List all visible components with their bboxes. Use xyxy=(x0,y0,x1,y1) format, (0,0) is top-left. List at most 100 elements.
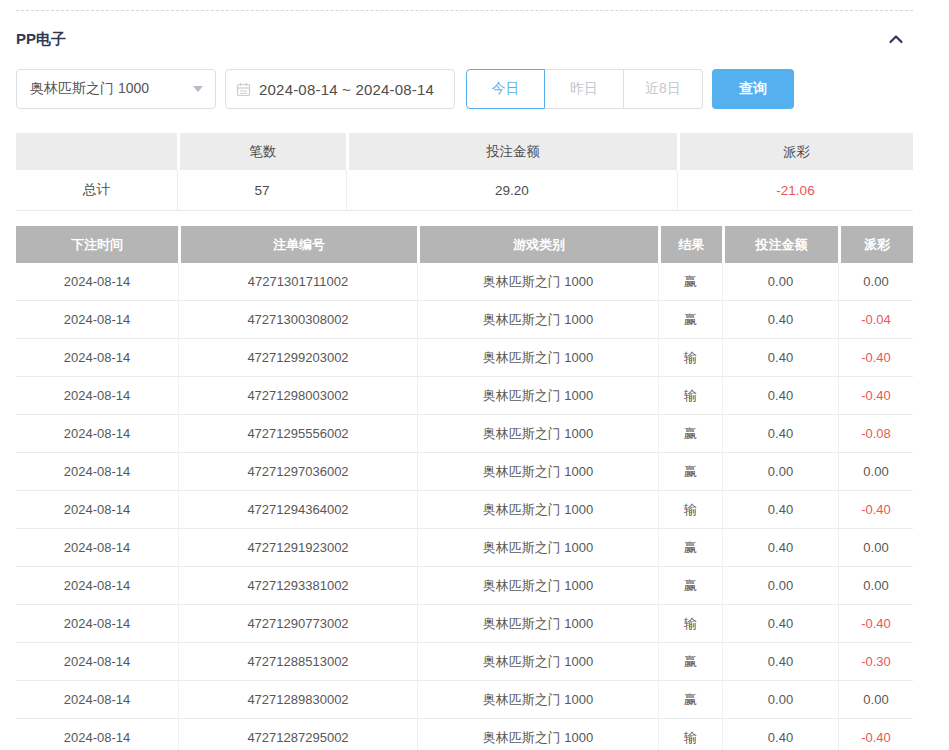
game-category-cell: 奥林匹斯之门 1000 xyxy=(417,529,658,567)
search-button[interactable]: 查询 xyxy=(712,69,794,109)
game-category-cell: 奥林匹斯之门 1000 xyxy=(417,301,658,339)
bet-amount-cell: 0.00 xyxy=(722,567,838,605)
payout-cell: 0.00 xyxy=(838,453,913,491)
result-cell: 输 xyxy=(658,605,722,643)
order-number-cell: 47271300308002 xyxy=(178,301,417,339)
quick-date-button-today[interactable]: 今日 xyxy=(466,69,545,109)
top-dashed-divider xyxy=(16,10,913,11)
payout-cell: -0.08 xyxy=(838,415,913,453)
result-cell: 输 xyxy=(658,719,722,750)
detail-header-cell: 注单编号 xyxy=(178,226,417,263)
section-title: PP电子 xyxy=(16,30,66,49)
summary-header-cell: 派彩 xyxy=(677,133,913,170)
summary-table-header-row: 笔数投注金额派彩 xyxy=(16,133,913,170)
bet-amount-cell: 0.00 xyxy=(722,681,838,719)
chevron-down-icon xyxy=(193,86,203,92)
detail-table-row: 2024-08-1447271300308002奥林匹斯之门 1000赢0.40… xyxy=(16,301,913,339)
bet-time-cell: 2024-08-14 xyxy=(16,339,178,377)
order-number-cell: 47271301711002 xyxy=(178,263,417,301)
summary-table-total-row: 总计5729.20-21.06 xyxy=(16,170,913,211)
result-cell: 赢 xyxy=(658,301,722,339)
order-number-cell: 47271298003002 xyxy=(178,377,417,415)
payout-cell: 0.00 xyxy=(838,567,913,605)
game-category-cell: 奥林匹斯之门 1000 xyxy=(417,453,658,491)
date-range-value: 2024-08-14 ~ 2024-08-14 xyxy=(259,81,434,98)
order-number-cell: 47271299203002 xyxy=(178,339,417,377)
game-category-cell: 奥林匹斯之门 1000 xyxy=(417,415,658,453)
detail-header-cell: 结果 xyxy=(658,226,722,263)
order-number-cell: 47271288513002 xyxy=(178,643,417,681)
result-cell: 赢 xyxy=(658,453,722,491)
game-category-cell: 奥林匹斯之门 1000 xyxy=(417,377,658,415)
quick-date-button-last8days[interactable]: 近8日 xyxy=(624,69,703,109)
betting-records-panel: PP电子 奥林匹斯之门 1000 2024-08-14 ~ 2024-08-14… xyxy=(0,10,949,750)
order-number-cell: 47271291923002 xyxy=(178,529,417,567)
summary-total-payout: -21.06 xyxy=(677,170,913,211)
bet-amount-cell: 0.00 xyxy=(722,453,838,491)
section-header: PP电子 xyxy=(16,29,913,49)
game-category-cell: 奥林匹斯之门 1000 xyxy=(417,719,658,750)
bet-time-cell: 2024-08-14 xyxy=(16,377,178,415)
calendar-icon xyxy=(236,82,251,97)
game-category-cell: 奥林匹斯之门 1000 xyxy=(417,605,658,643)
detail-header-cell: 投注金额 xyxy=(722,226,838,263)
payout-cell: -0.40 xyxy=(838,339,913,377)
result-cell: 赢 xyxy=(658,263,722,301)
detail-header-cell: 游戏类别 xyxy=(417,226,658,263)
detail-table-row: 2024-08-1447271301711002奥林匹斯之门 1000赢0.00… xyxy=(16,263,913,301)
bet-time-cell: 2024-08-14 xyxy=(16,415,178,453)
result-cell: 输 xyxy=(658,491,722,529)
bet-time-cell: 2024-08-14 xyxy=(16,301,178,339)
detail-table-body: 2024-08-1447271301711002奥林匹斯之门 1000赢0.00… xyxy=(16,263,913,750)
game-category-cell: 奥林匹斯之门 1000 xyxy=(417,263,658,301)
bet-time-cell: 2024-08-14 xyxy=(16,567,178,605)
game-category-cell: 奥林匹斯之门 1000 xyxy=(417,681,658,719)
order-number-cell: 47271294364002 xyxy=(178,491,417,529)
detail-table-row: 2024-08-1447271294364002奥林匹斯之门 1000输0.40… xyxy=(16,491,913,529)
bet-amount-cell: 0.40 xyxy=(722,491,838,529)
date-range-input[interactable]: 2024-08-14 ~ 2024-08-14 xyxy=(225,69,455,109)
game-category-cell: 奥林匹斯之门 1000 xyxy=(417,339,658,377)
chevron-up-icon xyxy=(886,29,906,49)
order-number-cell: 47271295556002 xyxy=(178,415,417,453)
bet-amount-cell: 0.40 xyxy=(722,377,838,415)
detail-table-row: 2024-08-1447271290773002奥林匹斯之门 1000输0.40… xyxy=(16,605,913,643)
summary-header-cell: 笔数 xyxy=(177,133,346,170)
quick-date-button-yesterday[interactable]: 昨日 xyxy=(545,69,624,109)
payout-cell: -0.40 xyxy=(838,377,913,415)
payout-cell: -0.40 xyxy=(838,605,913,643)
game-category-cell: 奥林匹斯之门 1000 xyxy=(417,643,658,681)
payout-cell: -0.40 xyxy=(838,491,913,529)
summary-total-bet-amount: 29.20 xyxy=(346,170,677,211)
detail-table-row: 2024-08-1447271291923002奥林匹斯之门 1000赢0.40… xyxy=(16,529,913,567)
result-cell: 输 xyxy=(658,339,722,377)
payout-cell: 0.00 xyxy=(838,263,913,301)
quick-date-button-group: 今日昨日近8日 xyxy=(466,69,703,109)
order-number-cell: 47271289830002 xyxy=(178,681,417,719)
bet-time-cell: 2024-08-14 xyxy=(16,643,178,681)
detail-table-row: 2024-08-1447271299203002奥林匹斯之门 1000输0.40… xyxy=(16,339,913,377)
summary-total-count: 57 xyxy=(177,170,346,211)
bet-amount-cell: 0.40 xyxy=(722,529,838,567)
order-number-cell: 47271297036002 xyxy=(178,453,417,491)
bet-amount-cell: 0.40 xyxy=(722,339,838,377)
bet-time-cell: 2024-08-14 xyxy=(16,453,178,491)
result-cell: 输 xyxy=(658,377,722,415)
bet-amount-cell: 0.40 xyxy=(722,643,838,681)
summary-header-cell xyxy=(16,133,177,170)
result-cell: 赢 xyxy=(658,643,722,681)
bet-time-cell: 2024-08-14 xyxy=(16,605,178,643)
game-category-cell: 奥林匹斯之门 1000 xyxy=(417,491,658,529)
bet-amount-cell: 0.40 xyxy=(722,301,838,339)
bet-time-cell: 2024-08-14 xyxy=(16,681,178,719)
filter-toolbar: 奥林匹斯之门 1000 2024-08-14 ~ 2024-08-14 今日昨日… xyxy=(16,69,913,109)
bet-time-cell: 2024-08-14 xyxy=(16,719,178,750)
detail-table-row: 2024-08-1447271289830002奥林匹斯之门 1000赢0.00… xyxy=(16,681,913,719)
collapse-section-button[interactable] xyxy=(885,29,907,49)
detail-table-header-row: 下注时间注单编号游戏类别结果投注金额派彩 xyxy=(16,226,913,263)
game-select[interactable]: 奥林匹斯之门 1000 xyxy=(16,69,216,109)
detail-table-row: 2024-08-1447271298003002奥林匹斯之门 1000输0.40… xyxy=(16,377,913,415)
result-cell: 赢 xyxy=(658,681,722,719)
game-category-cell: 奥林匹斯之门 1000 xyxy=(417,567,658,605)
detail-table-row: 2024-08-1447271295556002奥林匹斯之门 1000赢0.40… xyxy=(16,415,913,453)
